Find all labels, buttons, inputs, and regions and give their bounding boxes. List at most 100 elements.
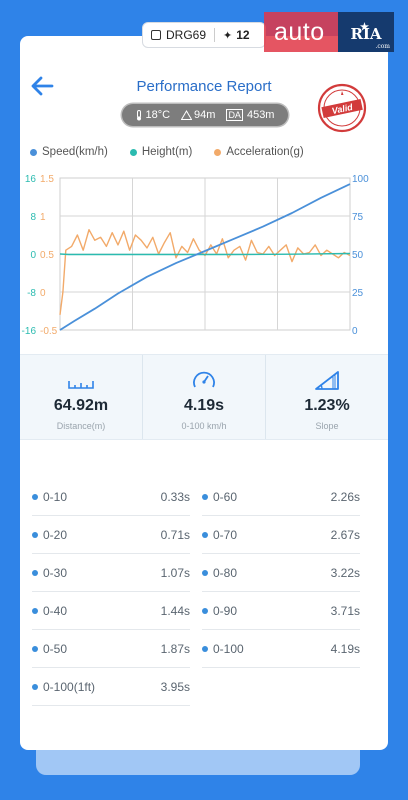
device-name: DRG69 xyxy=(166,28,207,42)
density-altitude-label: DA xyxy=(226,109,243,121)
split-time: 2.26s xyxy=(330,489,360,504)
bullet xyxy=(202,531,208,538)
performance-chart: 16 8 0 -8 -16 1.5 1 0.5 0 -0.5 100 75 50 25 0 xyxy=(22,174,370,337)
watermark-ria: RIA .com xyxy=(338,6,394,52)
split-row: 0-80 3.22s xyxy=(202,554,360,592)
split-row: 0-50 1.87s xyxy=(32,630,190,668)
stats-row: 64.92m Distance(m) 4.19s 0-100 km/h 1.23… xyxy=(20,354,388,440)
bullet xyxy=(202,569,208,576)
split-time: 1.87s xyxy=(160,641,190,656)
watermark-auto: auto xyxy=(264,12,338,52)
thermometer-icon xyxy=(137,109,142,120)
split-name: 0-100 xyxy=(213,641,244,656)
split-time: 3.71s xyxy=(330,603,360,618)
bullet xyxy=(202,493,208,500)
bullet xyxy=(32,683,38,690)
slope-icon xyxy=(315,371,339,390)
divider xyxy=(214,28,216,42)
legend-speed-label: Speed(km/h) xyxy=(42,146,108,158)
split-name: 0-100(1ft) xyxy=(43,679,96,694)
ruler-icon xyxy=(68,381,94,389)
valid-stamp-icon: Valid xyxy=(317,83,367,133)
split-time: 0.71s xyxy=(160,527,190,542)
bullet xyxy=(32,493,38,500)
satellite-count: 12 xyxy=(236,28,250,42)
stat-distance: 64.92m Distance(m) xyxy=(20,355,142,439)
split-time: 1.07s xyxy=(160,565,190,580)
split-time: 2.67s xyxy=(330,527,360,542)
split-time: 1.44s xyxy=(160,603,190,618)
bullet xyxy=(202,607,208,614)
height-axis-tick-label: -8 xyxy=(27,288,36,299)
legend-acceleration-label: Acceleration(g) xyxy=(226,146,304,158)
speed-axis-tick-label: 50 xyxy=(352,250,364,261)
split-row: 0-70 2.67s xyxy=(202,516,360,554)
split-name: 0-80 xyxy=(213,565,238,580)
speed-axis-tick-label: 0 xyxy=(352,326,358,337)
height-axis-tick-label: 16 xyxy=(25,174,37,185)
slope-label: Slope xyxy=(315,421,339,431)
split-time: 4.19s xyxy=(330,641,360,656)
legend-speed: Speed(km/h) xyxy=(30,146,108,158)
temperature-value: 18°C xyxy=(145,109,171,121)
temperature: 18°C xyxy=(135,109,170,121)
acceleration-axis-tick-label: 0 xyxy=(40,288,46,299)
split-row: 0-100(1ft) 3.95s xyxy=(32,668,190,706)
altitude-value: 94m xyxy=(194,109,216,121)
acceleration-axis-tick-label: 1.5 xyxy=(40,174,54,185)
split-row: 0-90 3.71s xyxy=(202,592,360,630)
split-name: 0-10 xyxy=(43,489,68,504)
height-axis-tick-label: 0 xyxy=(30,250,36,261)
split-time: 3.95s xyxy=(160,679,190,694)
height-axis-tick-label: 8 xyxy=(30,212,36,223)
bullet xyxy=(202,645,208,652)
split-row: 0-40 1.44s xyxy=(32,592,190,630)
legend-dot xyxy=(214,148,222,156)
split-time: 0.33s xyxy=(160,489,190,504)
report-card: Performance Report Valid 18°C 94m DA 453… xyxy=(20,36,388,750)
speed-axis-tick-label: 75 xyxy=(352,212,364,223)
acceleration-time-value: 4.19s xyxy=(183,397,225,414)
split-name: 0-30 xyxy=(43,565,68,580)
split-row: 0-10 0.33s xyxy=(32,478,190,516)
distance-label: Distance(m) xyxy=(56,421,106,431)
mountain-icon xyxy=(181,110,193,120)
split-name: 0-60 xyxy=(213,489,238,504)
bullet xyxy=(32,607,38,614)
split-row: 0-60 2.26s xyxy=(202,478,360,516)
conditions-bar: 18°C 94m DA 453m xyxy=(122,104,288,126)
acceleration-axis-tick-label: 1 xyxy=(40,212,46,223)
legend-dot xyxy=(129,148,137,156)
speed-axis-tick-label: 100 xyxy=(352,174,369,185)
stat-slope: 1.23% Slope xyxy=(265,355,388,439)
satellite-icon: ✦ xyxy=(223,29,233,42)
legend-acceleration: Acceleration(g) xyxy=(214,146,304,158)
legend-height: Height(m) xyxy=(129,146,193,158)
chart-legend: Speed(km/h) Height(m) Acceleration(g) xyxy=(30,146,380,158)
speed-axis-tick-label: 25 xyxy=(352,288,364,299)
split-name: 0-90 xyxy=(213,603,238,618)
density-altitude: DA 453m xyxy=(226,109,274,121)
acceleration-axis-tick-label: 0.5 xyxy=(40,250,54,261)
slope-value: 1.23% xyxy=(304,397,350,414)
autoria-watermark: auto RIA .com xyxy=(264,6,408,52)
altitude: 94m xyxy=(181,109,215,121)
distance-value: 64.92m xyxy=(53,397,109,414)
split-name: 0-50 xyxy=(43,641,68,656)
bullet xyxy=(32,531,38,538)
split-name: 0-70 xyxy=(213,527,238,542)
speedometer-icon xyxy=(193,371,215,388)
stat-acceleration-time: 4.19s 0-100 km/h xyxy=(142,355,265,439)
split-row: 0-100 4.19s xyxy=(202,630,360,668)
watermark-ria-text: RIA xyxy=(350,25,382,43)
acceleration-time-label: 0-100 km/h xyxy=(181,421,227,431)
split-name: 0-40 xyxy=(43,603,68,618)
legend-height-label: Height(m) xyxy=(141,146,193,158)
height-axis-tick-label: -16 xyxy=(22,326,37,337)
legend-dot xyxy=(30,148,37,156)
bullet xyxy=(32,569,38,576)
split-time: 3.22s xyxy=(330,565,360,580)
device-icon xyxy=(151,30,161,40)
watermark-domain: .com xyxy=(375,43,390,50)
bullet xyxy=(32,645,38,652)
